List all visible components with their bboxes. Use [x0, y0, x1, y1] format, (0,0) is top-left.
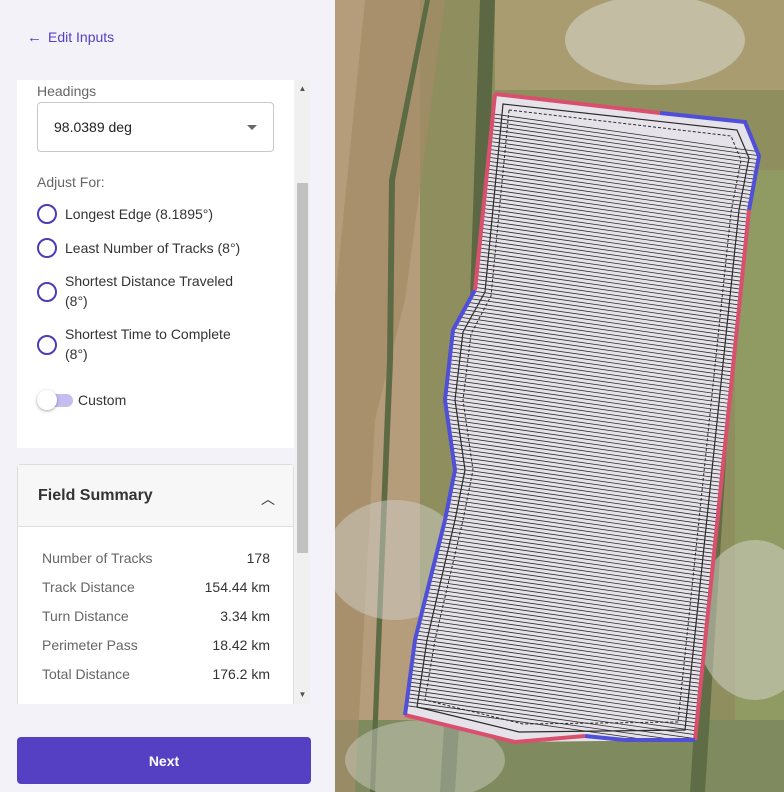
- scroll-down-arrow-icon[interactable]: ▼: [297, 689, 308, 701]
- summary-value: 18.42 km: [212, 637, 270, 653]
- summary-table: Number of Tracks 178 Track Distance 154.…: [42, 550, 270, 695]
- radio-circle-icon[interactable]: [37, 204, 57, 224]
- summary-key: Number of Tracks: [42, 550, 153, 566]
- summary-row: Track Distance 154.44 km: [42, 579, 270, 608]
- summary-key: Track Distance: [42, 579, 135, 595]
- edit-inputs-link[interactable]: ← Edit Inputs: [27, 29, 114, 45]
- headings-value: 98.0389 deg: [54, 119, 132, 135]
- scroll-up-arrow-icon[interactable]: ▲: [297, 83, 308, 95]
- radio-label: Least Number of Tracks (8°): [65, 240, 241, 256]
- summary-row: Perimeter Pass 18.42 km: [42, 637, 270, 666]
- radio-circle-icon[interactable]: [37, 238, 57, 258]
- summary-key: Perimeter Pass: [42, 637, 138, 653]
- custom-toggle-row[interactable]: Custom: [37, 390, 126, 410]
- summary-value: 178: [246, 550, 270, 566]
- heading-settings-card: Headings 98.0389 deg Adjust For: Longest…: [17, 80, 294, 448]
- scrollbar-thumb[interactable]: [297, 183, 308, 553]
- next-button[interactable]: Next: [17, 737, 311, 784]
- arrow-left-icon: ←: [27, 28, 42, 46]
- radio-least-tracks[interactable]: Least Number of Tracks (8°): [37, 238, 255, 258]
- radio-shortest-time[interactable]: Shortest Time to Complete (8°): [37, 324, 255, 364]
- settings-scroll-area[interactable]: Headings 98.0389 deg Adjust For: Longest…: [17, 80, 310, 704]
- field-summary-title: Field Summary: [38, 487, 153, 504]
- custom-label: Custom: [78, 392, 127, 408]
- field-summary-header[interactable]: Field Summary ︿: [18, 465, 293, 527]
- edit-inputs-label: Edit Inputs: [48, 29, 115, 45]
- satellite-map[interactable]: [335, 0, 784, 792]
- summary-value: 3.34 km: [220, 608, 270, 624]
- radio-label: Shortest Distance Traveled (8°): [65, 273, 234, 309]
- headings-select[interactable]: 98.0389 deg: [37, 102, 274, 152]
- summary-row: Number of Tracks 178: [42, 550, 270, 579]
- radio-circle-icon[interactable]: [37, 335, 57, 355]
- custom-toggle[interactable]: [37, 390, 73, 410]
- summary-row: Total Distance 176.2 km: [42, 666, 270, 695]
- summary-key: Turn Distance: [42, 608, 129, 624]
- adjust-for-label: Adjust For:: [37, 174, 105, 190]
- radio-longest-edge[interactable]: Longest Edge (8.1895°): [37, 204, 255, 224]
- radio-shortest-distance[interactable]: Shortest Distance Traveled (8°): [37, 271, 255, 311]
- chevron-up-icon[interactable]: ︿: [261, 489, 275, 509]
- headings-label: Headings: [37, 83, 97, 99]
- radio-label: Shortest Time to Complete (8°): [65, 326, 231, 362]
- summary-row: Turn Distance 3.34 km: [42, 608, 270, 637]
- summary-value: 154.44 km: [204, 579, 270, 595]
- radio-circle-icon[interactable]: [37, 282, 57, 302]
- radio-label: Longest Edge (8.1895°): [65, 206, 214, 222]
- map-canvas: [335, 0, 784, 792]
- toggle-knob: [37, 390, 57, 410]
- dropdown-caret-icon: [247, 125, 257, 130]
- summary-key: Total Distance: [42, 666, 130, 682]
- summary-value: 176.2 km: [212, 666, 270, 682]
- left-panel: ← Edit Inputs Headings 98.0389 deg Adjus…: [0, 0, 335, 792]
- field-summary-card: Field Summary ︿ Number of Tracks 178 Tra…: [17, 464, 294, 704]
